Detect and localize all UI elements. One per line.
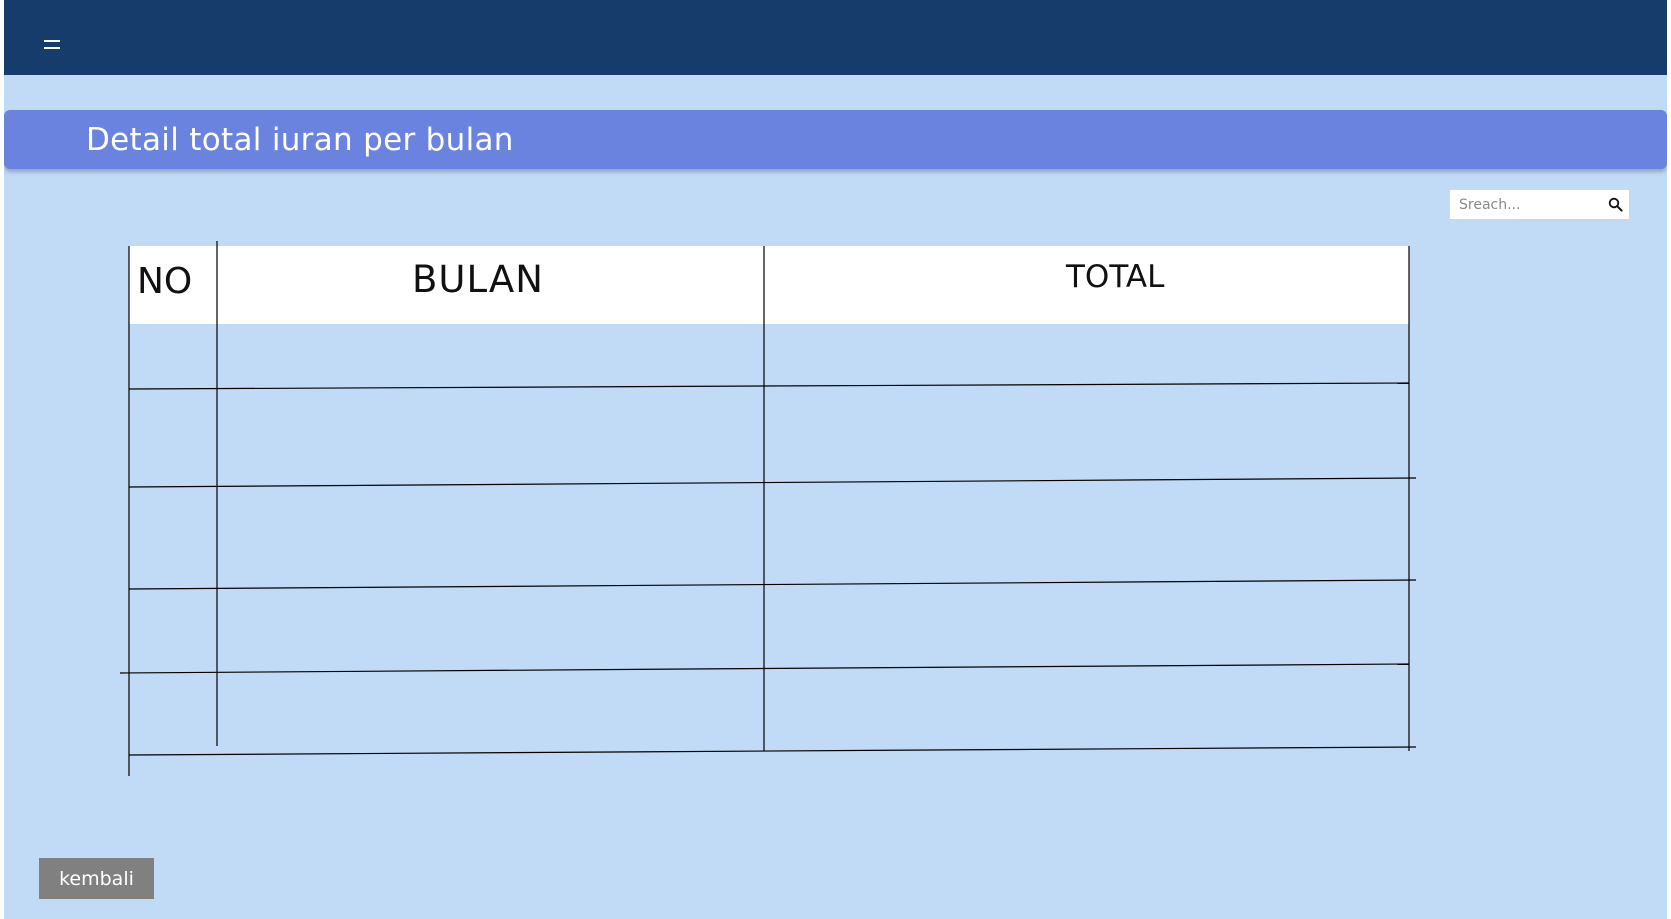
column-header-total: TOTAL [1066,259,1165,295]
search-input[interactable] [1450,190,1609,219]
app-frame: Detail total iuran per bulan NO BULAN TO… [4,0,1667,919]
row-divider [128,382,1410,390]
table-header [129,246,1409,324]
row-divider [128,579,1417,590]
menu-icon-line [44,47,60,49]
column-header-no: NO [137,261,193,302]
row-divider [128,477,1417,488]
top-navbar [4,0,1667,75]
page-title: Detail total iuran per bulan [86,122,514,158]
row-divider [119,663,1410,674]
title-bar: Detail total iuran per bulan [4,110,1667,169]
search-icon[interactable] [1608,197,1623,212]
table-border-bottom [128,746,1417,756]
search-box [1449,189,1630,220]
back-button[interactable]: kembali [39,858,154,899]
column-header-bulan: BULAN [412,258,544,301]
menu-icon[interactable] [40,34,64,58]
menu-icon-line [44,40,60,42]
